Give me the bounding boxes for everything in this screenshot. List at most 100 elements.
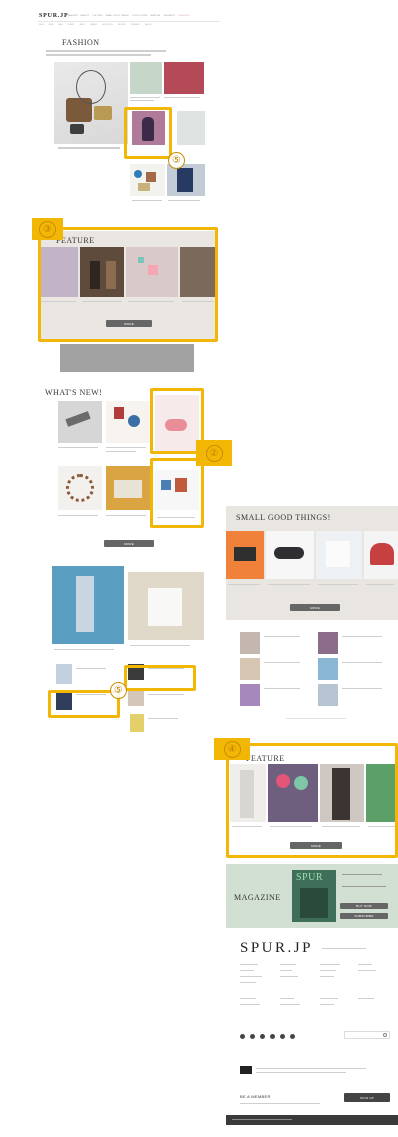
footer-link[interactable] (320, 964, 340, 966)
ad-banner[interactable] (60, 344, 194, 372)
fashion-desc-line (46, 54, 151, 56)
fashion-hero-image[interactable] (54, 62, 128, 144)
sub-nav-item[interactable]: WEB (49, 24, 54, 26)
footer-link[interactable] (320, 998, 338, 1000)
news-thumb[interactable] (106, 401, 150, 443)
nav-item[interactable]: FASHION (68, 15, 78, 17)
footer-link[interactable] (320, 1004, 334, 1006)
editorial-hero-right[interactable] (128, 572, 204, 640)
callout-highlight (124, 107, 172, 159)
footer-link[interactable] (320, 976, 334, 978)
editorial-hero-left[interactable] (52, 566, 124, 644)
nav-item[interactable]: CELEBRITY (163, 15, 175, 17)
youtube-icon[interactable] (280, 1034, 285, 1039)
sub-nav-item[interactable]: PRESENT (131, 24, 140, 26)
editorial-caption (76, 668, 106, 670)
product-item (134, 170, 142, 178)
news-caption (106, 515, 146, 517)
small-good-more-button[interactable]: MORE (290, 604, 340, 611)
footer-link[interactable] (280, 998, 294, 1000)
footer-link[interactable] (240, 970, 254, 972)
footer-link[interactable] (358, 998, 374, 1000)
footer-link[interactable] (280, 970, 292, 972)
list-thumb[interactable] (318, 632, 338, 654)
thumb-caption (132, 200, 162, 202)
sub-nav-item[interactable]: SHOP (79, 24, 85, 26)
sub-nav-item[interactable]: MAG (58, 24, 63, 26)
callout-tag: ② (196, 440, 232, 466)
footer-link[interactable] (358, 970, 376, 972)
footer-logo[interactable]: SPUR.JP (240, 940, 313, 957)
news-thumb[interactable] (106, 466, 150, 510)
footer-bottom-link[interactable] (232, 1119, 292, 1121)
list-caption (342, 688, 382, 690)
sub-nav-item[interactable]: PEOPLE (118, 24, 126, 26)
product-card[interactable] (226, 531, 264, 579)
member-signup-button[interactable]: SIGN UP (344, 1093, 390, 1102)
sub-nav-item[interactable]: EVENT (68, 24, 75, 26)
site-logo[interactable]: SPUR.JP (39, 13, 68, 19)
editorial-thumb[interactable] (130, 714, 144, 732)
nav-item[interactable]: COLLECTIONS (132, 15, 147, 17)
product-card[interactable] (266, 531, 314, 579)
search-icon[interactable] (383, 1033, 387, 1037)
footer-link[interactable] (240, 964, 258, 966)
editorial-caption (148, 718, 178, 720)
fashion-thumb[interactable] (130, 62, 162, 94)
sub-nav-item[interactable]: BRAND (90, 24, 97, 26)
fashion-thumb[interactable] (130, 164, 165, 196)
list-thumb[interactable] (240, 632, 260, 654)
footer-link[interactable] (240, 1004, 260, 1006)
footer-link[interactable] (240, 976, 262, 978)
footer-link[interactable] (240, 998, 256, 1000)
product-item (66, 474, 94, 502)
fashion-thumb[interactable] (167, 164, 205, 196)
footer-link[interactable] (280, 1004, 300, 1006)
list-thumb[interactable] (240, 684, 260, 706)
twitter-icon[interactable] (250, 1034, 255, 1039)
list-thumb[interactable] (318, 658, 338, 680)
button-label: MORE (124, 541, 134, 546)
whats-new-more-button[interactable]: MORE (104, 540, 154, 547)
callout-number: ④ (223, 740, 241, 758)
garment-image (148, 588, 182, 626)
nav-item[interactable]: BEAUTY (81, 15, 90, 17)
product-card[interactable] (364, 531, 398, 579)
product-item (370, 543, 394, 565)
footer-link[interactable] (358, 964, 372, 966)
pagination[interactable] (286, 718, 346, 720)
nav-item[interactable]: MAGAZINE (178, 15, 189, 17)
nav-item[interactable]: SMALL GOOD THINGS (106, 15, 129, 17)
facebook-icon[interactable] (240, 1034, 245, 1039)
magazine-desc (342, 886, 386, 888)
footer-link[interactable] (280, 964, 296, 966)
footer-link[interactable] (240, 982, 256, 984)
button-label: MORE (310, 605, 320, 610)
editorial-thumb[interactable] (56, 664, 72, 684)
fashion-thumb[interactable] (177, 111, 205, 145)
instagram-icon[interactable] (260, 1034, 265, 1039)
editorial-thumb[interactable] (128, 690, 144, 706)
nav-item[interactable]: CULTURE (92, 15, 102, 17)
news-thumb[interactable] (58, 401, 102, 443)
news-caption (58, 515, 98, 517)
magazine-cover[interactable]: SPUR (292, 870, 336, 922)
footer-link[interactable] (320, 970, 336, 972)
nav-item[interactable]: FEATURE (150, 15, 160, 17)
magazine-subscribe-button[interactable]: SUBSCRIBE (340, 913, 388, 919)
list-caption (342, 662, 382, 664)
list-thumb[interactable] (240, 658, 260, 680)
line-icon[interactable] (270, 1034, 275, 1039)
news-caption (106, 451, 136, 453)
product-card[interactable] (316, 531, 362, 579)
footer-link[interactable] (280, 976, 298, 978)
fashion-thumb[interactable] (164, 62, 204, 94)
pinterest-icon[interactable] (290, 1034, 295, 1039)
sub-nav-item[interactable]: ABOUT (145, 24, 152, 26)
list-thumb[interactable] (318, 684, 338, 706)
sub-nav-item[interactable]: SHOPPING (102, 24, 113, 26)
sub-nav-item[interactable]: NEW (39, 24, 44, 26)
main-nav: FASHION BEAUTY CULTURE SMALL GOOD THINGS… (68, 15, 190, 17)
news-thumb[interactable] (58, 466, 102, 510)
magazine-buy-button[interactable]: BUY NOW (340, 903, 388, 909)
